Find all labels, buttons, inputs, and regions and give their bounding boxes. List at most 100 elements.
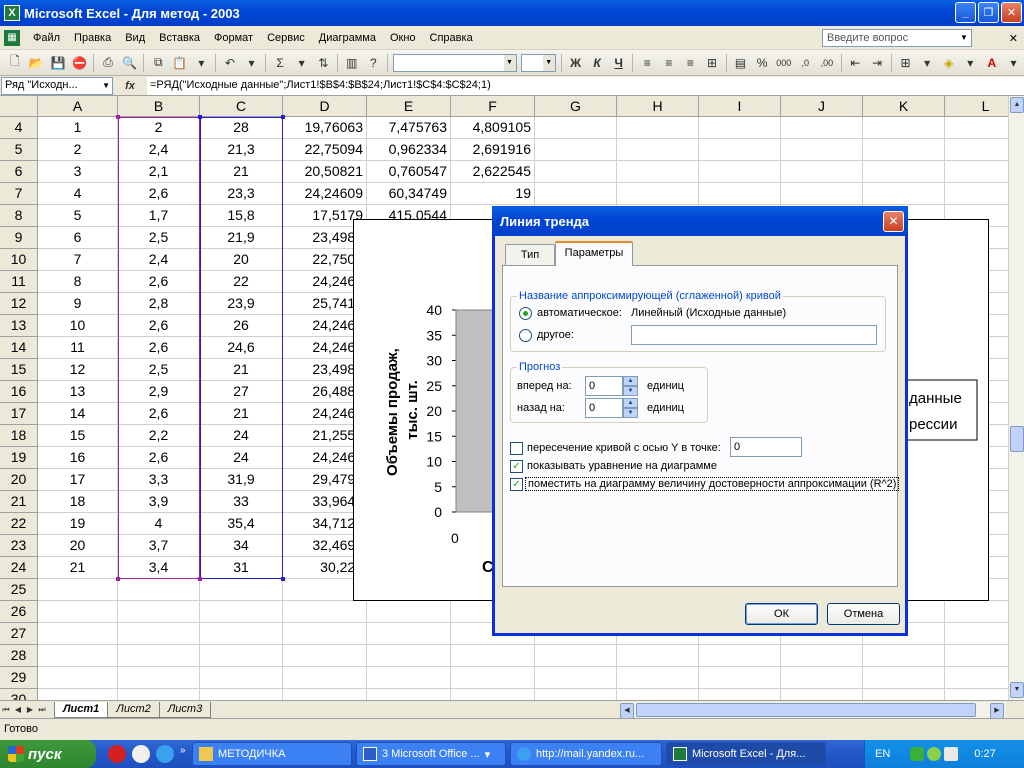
menu-insert[interactable]: Вставка	[152, 29, 207, 47]
cell-k5[interactable]	[863, 139, 945, 161]
cell-c11[interactable]: 22	[200, 271, 283, 293]
cell-b15[interactable]: 2,5	[118, 359, 200, 381]
cell-b14[interactable]: 2,6	[118, 337, 200, 359]
decrease-decimal-icon[interactable]: ,00	[817, 53, 837, 73]
cell-d26[interactable]	[283, 601, 367, 623]
cell-a8[interactable]: 5	[38, 205, 118, 227]
cell-h6[interactable]	[617, 161, 699, 183]
cell-i29[interactable]	[699, 667, 781, 689]
cell-c7[interactable]: 23,3	[200, 183, 283, 205]
cell-a14[interactable]: 11	[38, 337, 118, 359]
cell-c22[interactable]: 35,4	[200, 513, 283, 535]
cell-g5[interactable]	[535, 139, 617, 161]
underline-icon[interactable]: Ч	[609, 53, 629, 73]
cell-b4[interactable]: 2	[118, 117, 200, 139]
cell-a17[interactable]: 14	[38, 403, 118, 425]
row-header-29[interactable]: 29	[0, 667, 38, 689]
font-name-combo[interactable]: ▼	[393, 53, 517, 72]
scroll-right-icon[interactable]: ▶	[990, 703, 1004, 719]
cell-c26[interactable]	[200, 601, 283, 623]
cell-c18[interactable]: 24	[200, 425, 283, 447]
cell-k30[interactable]	[863, 689, 945, 700]
cell-c14[interactable]: 24,6	[200, 337, 283, 359]
row-header-14[interactable]: 14	[0, 337, 38, 359]
other-name-input[interactable]	[631, 325, 877, 345]
cell-l26[interactable]	[945, 601, 1008, 623]
cell-g7[interactable]	[535, 183, 617, 205]
increase-indent-icon[interactable]: ⇥	[867, 53, 887, 73]
help-search-box[interactable]: Введите вопрос ▼	[822, 29, 972, 47]
decrease-indent-icon[interactable]: ⇤	[846, 53, 866, 73]
cell-j6[interactable]	[781, 161, 863, 183]
cell-b27[interactable]	[118, 623, 200, 645]
help-icon[interactable]: ?	[364, 53, 384, 73]
tab-type[interactable]: Тип	[505, 244, 555, 265]
row-header-6[interactable]: 6	[0, 161, 38, 183]
cell-f28[interactable]	[451, 645, 535, 667]
cell-k4[interactable]	[863, 117, 945, 139]
cell-b22[interactable]: 4	[118, 513, 200, 535]
cell-g4[interactable]	[535, 117, 617, 139]
spin-up-icon[interactable]: ▲	[623, 398, 638, 408]
other-name-label[interactable]: другое:	[537, 329, 574, 341]
bold-icon[interactable]: Ж	[566, 53, 586, 73]
cell-e5[interactable]: 0,962334	[367, 139, 451, 161]
column-header-h[interactable]: H	[617, 96, 699, 117]
column-header-a[interactable]: A	[38, 96, 118, 117]
menu-file[interactable]: Файл	[26, 29, 67, 47]
cell-a21[interactable]: 18	[38, 491, 118, 513]
cell-a4[interactable]: 1	[38, 117, 118, 139]
cell-j4[interactable]	[781, 117, 863, 139]
forward-input[interactable]: 0	[585, 376, 623, 396]
cell-b26[interactable]	[118, 601, 200, 623]
cell-b5[interactable]: 2,4	[118, 139, 200, 161]
cell-c16[interactable]: 27	[200, 381, 283, 403]
ok-button[interactable]: ОК	[745, 603, 818, 625]
cell-a23[interactable]: 20	[38, 535, 118, 557]
first-sheet-icon[interactable]: ⏮	[0, 705, 12, 715]
media-player-icon[interactable]	[132, 745, 150, 763]
scroll-up-icon[interactable]: ▲	[1010, 97, 1024, 113]
cell-d7[interactable]: 24,24609	[283, 183, 367, 205]
cell-b29[interactable]	[118, 667, 200, 689]
plot-area[interactable]	[455, 309, 495, 513]
cell-b6[interactable]: 2,1	[118, 161, 200, 183]
cell-f30[interactable]	[451, 689, 535, 700]
cell-c12[interactable]: 23,9	[200, 293, 283, 315]
cell-e26[interactable]	[367, 601, 451, 623]
quicklaunch-more-icon[interactable]: »	[180, 745, 188, 763]
open-icon[interactable]: 📂	[27, 53, 47, 73]
cell-d30[interactable]	[283, 689, 367, 700]
next-sheet-icon[interactable]: ▶	[24, 705, 36, 714]
paste-dropdown-icon[interactable]: ▾	[192, 53, 212, 73]
menu-edit[interactable]: Правка	[67, 29, 118, 47]
cell-c27[interactable]	[200, 623, 283, 645]
forward-spinner[interactable]: ▲ ▼	[623, 376, 638, 396]
cell-c24[interactable]: 31	[200, 557, 283, 579]
menu-format[interactable]: Формат	[207, 29, 260, 47]
cell-a15[interactable]: 12	[38, 359, 118, 381]
cell-c5[interactable]: 21,3	[200, 139, 283, 161]
cell-d27[interactable]	[283, 623, 367, 645]
cell-c21[interactable]: 33	[200, 491, 283, 513]
cell-k28[interactable]	[863, 645, 945, 667]
cell-d4[interactable]: 19,76063	[283, 117, 367, 139]
sheet-tab-1[interactable]: Лист1	[54, 701, 109, 718]
cell-a12[interactable]: 9	[38, 293, 118, 315]
undo-dropdown-icon[interactable]: ▾	[242, 53, 262, 73]
scroll-down-icon[interactable]: ▼	[1010, 682, 1024, 698]
row-header-23[interactable]: 23	[0, 535, 38, 557]
row-header-26[interactable]: 26	[0, 601, 38, 623]
cell-a25[interactable]	[38, 579, 118, 601]
column-header-c[interactable]: C	[200, 96, 283, 117]
cell-f6[interactable]: 2,622545	[451, 161, 535, 183]
range-handle[interactable]	[198, 577, 202, 581]
cell-c19[interactable]: 24	[200, 447, 283, 469]
intercept-label[interactable]: пересечение кривой с осью Y в точке:	[527, 442, 721, 454]
cell-a18[interactable]: 15	[38, 425, 118, 447]
row-header-5[interactable]: 5	[0, 139, 38, 161]
cell-c30[interactable]	[200, 689, 283, 700]
row-header-8[interactable]: 8	[0, 205, 38, 227]
cell-b30[interactable]	[118, 689, 200, 700]
backward-input[interactable]: 0	[585, 398, 623, 418]
